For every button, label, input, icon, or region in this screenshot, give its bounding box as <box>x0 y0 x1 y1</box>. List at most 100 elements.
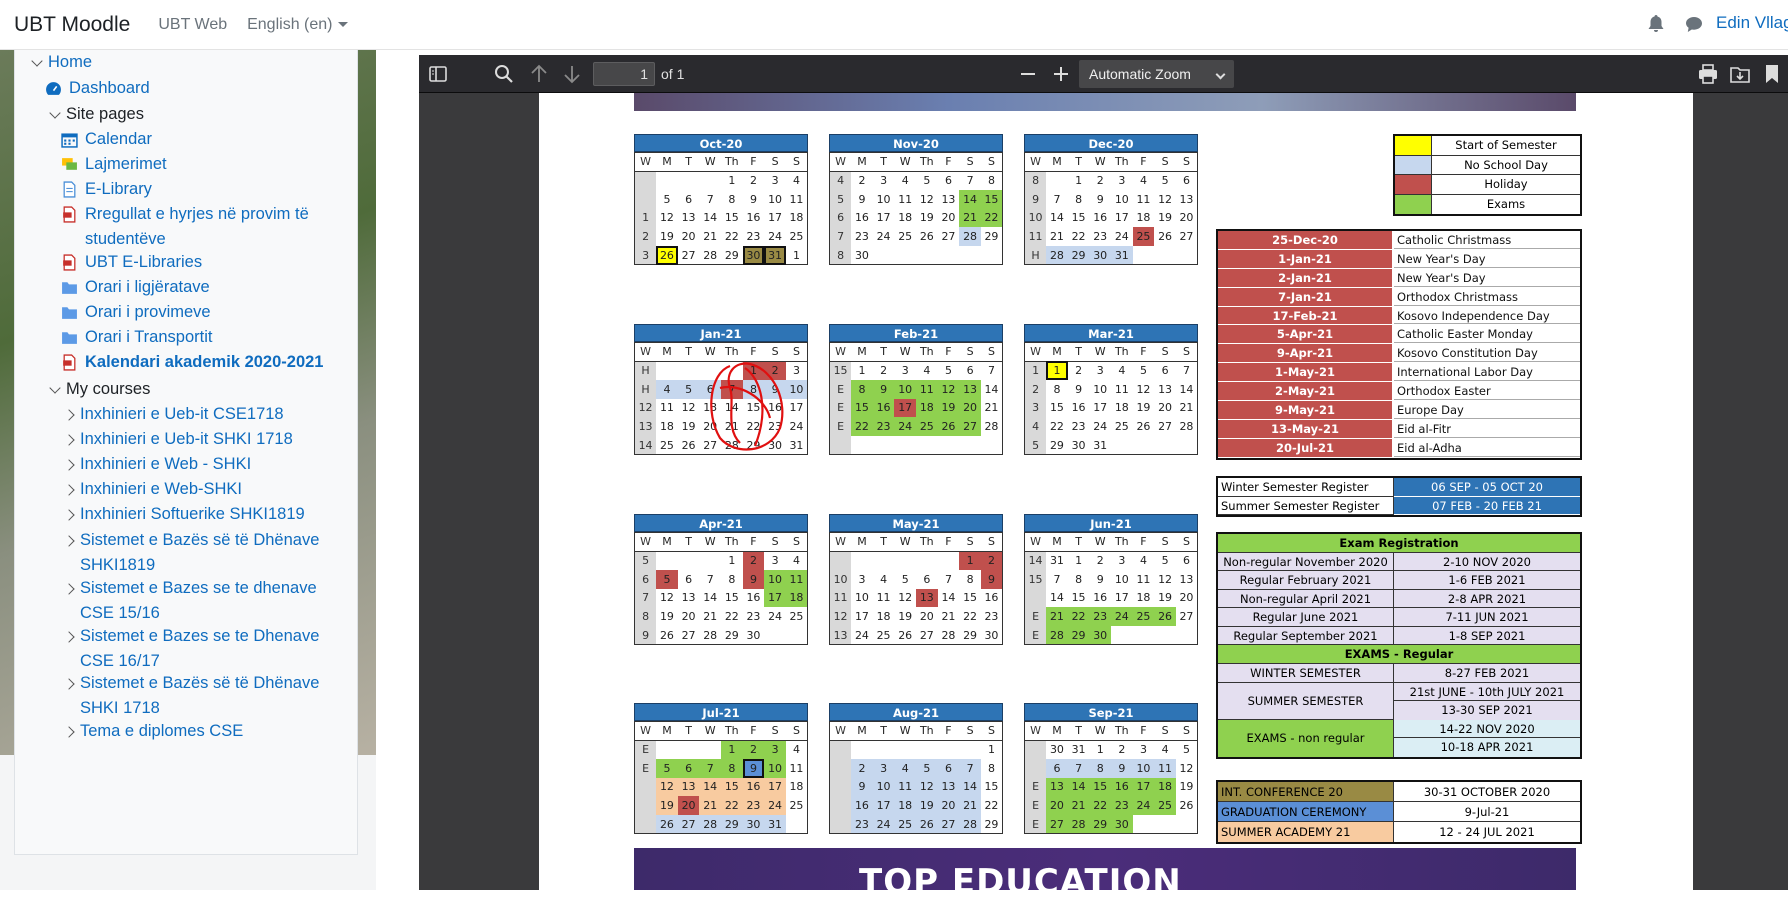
chevron-right-icon[interactable] <box>63 459 75 471</box>
day-cell: 3 <box>901 364 909 378</box>
day-cell <box>981 246 1003 265</box>
sidebar-item-17[interactable]: Inxhinieri Softuerike SHKI1819 <box>63 502 345 527</box>
day-cell: 26 <box>1154 607 1176 626</box>
week-number <box>1024 740 1047 759</box>
day-cell: 18 <box>789 211 804 225</box>
pdf-icon <box>63 254 76 271</box>
week-number: 15 <box>1024 569 1047 589</box>
chat-icon[interactable] <box>1685 16 1703 33</box>
sidebar-toggle-icon[interactable] <box>426 62 450 86</box>
sidebar-item-22[interactable]: Tema e diplomes CSE <box>63 719 345 744</box>
sidebar-item-1[interactable]: Dashboard <box>45 76 345 101</box>
ubt-web-link[interactable]: UBT Web <box>158 16 227 34</box>
print-icon[interactable] <box>1696 62 1720 86</box>
sidebar-item-11[interactable]: Kalendari akademik 2020-2021 <box>61 350 345 375</box>
day-cell <box>1111 436 1133 455</box>
sidebar-item-16[interactable]: Inxhinieri e Web-SHKI <box>63 477 345 502</box>
holiday-name: New Year's Day <box>1394 269 1580 287</box>
sidebar-item-2[interactable]: Site pages <box>49 102 345 127</box>
chevron-right-icon[interactable] <box>63 535 75 547</box>
chevron-right-icon[interactable] <box>63 678 75 690</box>
day-cell: 10 <box>764 758 786 778</box>
exam-registration-label: Non-regular November 2020 <box>1218 552 1394 571</box>
chevron-right-icon[interactable] <box>63 583 75 595</box>
exam-registration-label: Regular June 2021 <box>1218 608 1394 626</box>
day-cell: 28 <box>703 248 718 262</box>
week-number <box>829 758 852 778</box>
exam-registration-dates: 2-10 NOV 2020 <box>1394 552 1580 571</box>
day-cell: 7 <box>987 364 995 378</box>
next-page-icon[interactable] <box>560 62 584 86</box>
exam-registration-label: Regular February 2021 <box>1218 571 1394 589</box>
sidebar-item-13[interactable]: Inxhinieri e Ueb-it CSE1718 <box>63 402 345 427</box>
chevron-right-icon[interactable] <box>63 434 75 446</box>
sidebar-item-0[interactable]: Home <box>31 50 345 75</box>
holiday-name: Orthodox Christmass <box>1394 288 1580 306</box>
day-cell: 1 <box>742 361 765 380</box>
site-brand[interactable]: UBT Moodle <box>14 13 130 37</box>
sidebar-item-15[interactable]: Inxhinieri e Web - SHKI <box>63 452 345 477</box>
day-header: T <box>1067 721 1090 741</box>
month-calendar: May-21 W M T W Th F S S 1 2 10 3 4 5 6 7 8 9 11 10 11 12 13 14 15… <box>829 514 1003 646</box>
bell-icon[interactable] <box>1648 15 1664 33</box>
chevron-right-icon[interactable] <box>63 409 75 421</box>
chevron-right-icon[interactable] <box>63 726 75 738</box>
register-label: Winter Semester Register <box>1218 478 1394 497</box>
sidebar-item-label: Sistemet e Bazes se te Dhenave CSE 16/17 <box>80 627 320 670</box>
sidebar-item-label: E-Library <box>85 180 152 198</box>
holiday-date: 20-Jul-21 <box>1218 438 1394 457</box>
sidebar-item-12[interactable]: My courses <box>49 377 345 402</box>
zoom-out-icon[interactable] <box>1016 62 1040 86</box>
sidebar-item-7[interactable]: UBT E-Libraries <box>61 250 345 275</box>
sidebar-item-8[interactable]: Orari i ligjëratave <box>61 275 345 300</box>
sidebar-item-19[interactable]: Sistemet e Bazes se te dhenave CSE 15/16 <box>63 576 345 626</box>
chevron-right-icon[interactable] <box>63 631 75 643</box>
sidebar-item-20[interactable]: Sistemet e Bazes se te Dhenave CSE 16/17 <box>63 624 345 674</box>
day-header: W <box>829 532 852 552</box>
chevron-down-icon[interactable] <box>31 55 43 67</box>
day-cell: 28 <box>1067 814 1090 834</box>
chevron-down-icon[interactable] <box>49 107 61 119</box>
week-number <box>829 551 852 570</box>
sidebar-item-18[interactable]: Sistemet e Bazës së të Dhënave SHKI1819 <box>63 528 345 578</box>
zoom-in-icon[interactable] <box>1049 62 1073 86</box>
sidebar-item-6[interactable]: Rregullat e hyrjes në provim të studentë… <box>61 202 345 252</box>
language-menu[interactable]: English (en) <box>247 16 349 34</box>
sidebar-item-5[interactable]: E-Library <box>61 177 345 202</box>
day-cell: 15 <box>1071 211 1086 225</box>
week-number: 5 <box>634 551 657 570</box>
sidebar-item-3[interactable]: Calendar <box>61 127 345 152</box>
day-cell <box>656 740 678 759</box>
sidebar-item-10[interactable]: Orari i Transportit <box>61 325 345 350</box>
day-cell <box>786 815 808 834</box>
week-number <box>634 777 657 797</box>
zoom-select[interactable]: Automatic Zoom <box>1079 60 1234 88</box>
sidebar-item-4[interactable]: Lajmerimet <box>61 152 345 177</box>
chevron-right-icon[interactable] <box>63 509 75 521</box>
day-cell: 24 <box>764 796 786 815</box>
day-cell: 29 <box>1067 625 1090 645</box>
chevron-down-icon[interactable] <box>49 382 61 394</box>
day-cell <box>1176 815 1198 834</box>
day-cell: 22 <box>721 796 743 815</box>
sidebar-item-21[interactable]: Sistemet e Bazës së të Dhënave SHKI 1718 <box>63 671 345 721</box>
day-cell: 17 <box>872 796 895 815</box>
sidebar-item-9[interactable]: Orari i provimeve <box>61 300 345 325</box>
day-cell: 11 <box>789 192 804 206</box>
previous-page-icon[interactable] <box>527 62 551 86</box>
search-icon[interactable] <box>492 62 516 86</box>
day-cell: 15 <box>1049 401 1064 415</box>
day-cell: 3 <box>764 740 786 759</box>
semester-register-table: Winter Semester Register 06 SEP - 05 OCT … <box>1216 476 1582 517</box>
bookmark-icon[interactable] <box>1760 62 1784 86</box>
holiday-row: 25-Dec-20 Catholic Christmass <box>1218 231 1580 250</box>
page-number-input[interactable]: 1 <box>593 62 655 86</box>
week-number: 13 <box>634 417 657 436</box>
day-cell: 19 <box>898 610 913 624</box>
sidebar-item-label: Calendar <box>85 130 152 148</box>
sidebar-item-label: Site pages <box>66 105 144 123</box>
sidebar-item-14[interactable]: Inxhinieri e Ueb-it SHKI 1718 <box>63 427 345 452</box>
save-icon[interactable] <box>1728 62 1752 86</box>
user-menu[interactable]: Edin Vllag <box>1716 13 1788 33</box>
chevron-right-icon[interactable] <box>63 484 75 496</box>
